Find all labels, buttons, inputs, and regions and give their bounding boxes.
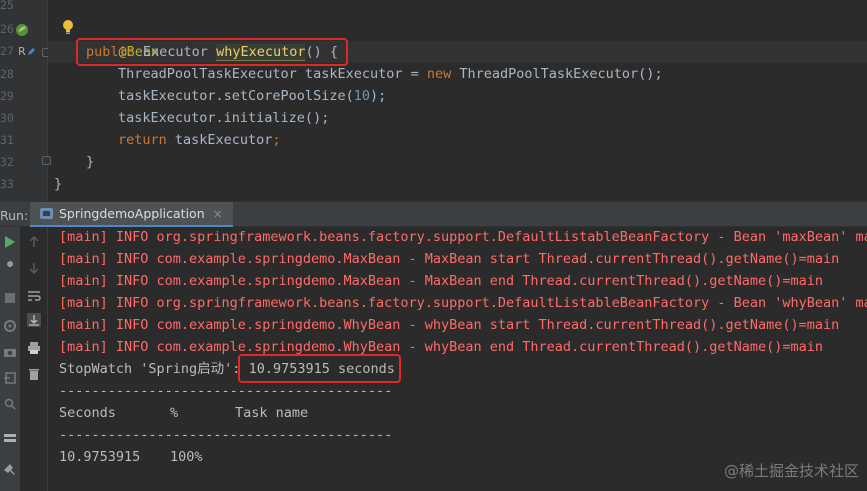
column-header-percent: % bbox=[170, 405, 179, 421]
code-editor[interactable]: 25 26 27 28 29 30 31 32 33 R @Bean publi… bbox=[0, 0, 867, 201]
pencil-icon bbox=[28, 48, 35, 55]
editor-gutter: 25 26 27 28 29 30 31 32 33 R bbox=[0, 0, 51, 201]
console-log-line: [main] INFO com.example.springdemo.WhyBe… bbox=[59, 317, 840, 333]
camera-icon[interactable] bbox=[0, 345, 20, 359]
run-tool-header: Run: SpringdemoApplication × bbox=[0, 201, 867, 228]
column-header-task: Task name bbox=[235, 405, 309, 421]
code-line: return taskExecutor; bbox=[118, 129, 281, 151]
semicolon-token: ; bbox=[272, 132, 281, 148]
number-token: 10 bbox=[353, 88, 370, 104]
wrench-icon[interactable] bbox=[0, 261, 20, 275]
arrow-up-icon[interactable] bbox=[24, 235, 44, 249]
gear-icon[interactable] bbox=[0, 319, 20, 333]
print-icon[interactable] bbox=[24, 341, 44, 355]
arrow-down-icon[interactable] bbox=[24, 261, 44, 275]
login-icon[interactable] bbox=[0, 371, 20, 385]
code-token: taskExecutor bbox=[174, 132, 273, 148]
column-header-seconds: Seconds bbox=[59, 405, 116, 421]
line-number: 31 bbox=[0, 133, 14, 147]
code-line: ThreadPoolTaskExecutor taskExecutor = ne… bbox=[118, 63, 663, 85]
console-log-line: [main] INFO com.example.springdemo.MaxBe… bbox=[59, 251, 840, 267]
code-line: } bbox=[54, 173, 62, 195]
tab-title: SpringdemoApplication bbox=[59, 206, 205, 221]
code-token: } bbox=[86, 154, 95, 170]
application-icon bbox=[40, 208, 53, 219]
line-number: 26 bbox=[0, 22, 14, 36]
console-log-line: [main] INFO com.example.springdemo.WhyBe… bbox=[59, 339, 824, 355]
console-log-line: [main] INFO org.springframework.beans.fa… bbox=[59, 229, 867, 245]
soft-wrap-icon[interactable] bbox=[24, 289, 44, 303]
close-icon[interactable]: × bbox=[213, 207, 223, 221]
line-number: 33 bbox=[0, 177, 14, 191]
line-number: 27 bbox=[0, 44, 14, 58]
line-number: 29 bbox=[0, 89, 14, 103]
code-token: ); bbox=[369, 88, 387, 104]
code-line: taskExecutor.setCorePoolSize(10); bbox=[118, 85, 386, 107]
line-number: 30 bbox=[0, 111, 14, 125]
scroll-to-end-icon[interactable] bbox=[24, 313, 44, 327]
result-seconds: 10.9753915 bbox=[59, 449, 141, 465]
settings-icon[interactable] bbox=[0, 397, 20, 411]
spring-bean-icon[interactable] bbox=[15, 23, 29, 37]
keyword-token: new bbox=[426, 66, 460, 82]
run-label: Run: bbox=[0, 208, 29, 223]
stopwatch-prefix: StopWatch 'Spring启动': bbox=[59, 361, 249, 377]
stop-icon[interactable] bbox=[0, 291, 20, 305]
lightbulb-icon[interactable] bbox=[62, 19, 74, 35]
keyword-token: return bbox=[118, 132, 175, 148]
run-toolbar-left bbox=[0, 227, 20, 491]
code-token: taskExecutor.initialize(); bbox=[118, 110, 330, 126]
line-number: 32 bbox=[0, 155, 14, 169]
trash-icon[interactable] bbox=[24, 367, 44, 381]
rerun-icon[interactable] bbox=[0, 235, 20, 249]
code-token: ThreadPoolTaskExecutor taskExecutor = bbox=[118, 66, 427, 82]
console-log-line: [main] INFO com.example.springdemo.MaxBe… bbox=[59, 273, 824, 289]
code-token: taskExecutor.setCorePoolSize( bbox=[118, 88, 354, 104]
line-number: 28 bbox=[0, 67, 14, 81]
code-line: } bbox=[86, 151, 94, 173]
fold-marker[interactable] bbox=[42, 156, 51, 165]
code-token: ThreadPoolTaskExecutor(); bbox=[459, 66, 663, 82]
watermark: @稀土掘金技术社区 bbox=[723, 462, 859, 480]
console-output[interactable]: [main] INFO org.springframework.beans.fa… bbox=[48, 227, 867, 491]
result-percent: 100% bbox=[170, 449, 203, 465]
highlight-box-stopwatch bbox=[238, 354, 401, 383]
highlight-box-method bbox=[76, 38, 348, 66]
code-token: } bbox=[54, 176, 63, 192]
pin-icon[interactable] bbox=[0, 463, 20, 477]
separator-line: ----------------------------------------… bbox=[59, 427, 393, 443]
line-number: 25 bbox=[0, 0, 14, 12]
code-line: taskExecutor.initialize(); bbox=[118, 107, 329, 129]
tab-springdemo-application[interactable]: SpringdemoApplication × bbox=[30, 202, 233, 228]
console-toolbar bbox=[20, 227, 48, 491]
gutter-marker[interactable]: R bbox=[18, 45, 26, 59]
separator-line: ----------------------------------------… bbox=[59, 383, 393, 399]
layout-icon[interactable] bbox=[0, 431, 20, 445]
console-log-line: [main] INFO org.springframework.beans.fa… bbox=[59, 295, 867, 311]
